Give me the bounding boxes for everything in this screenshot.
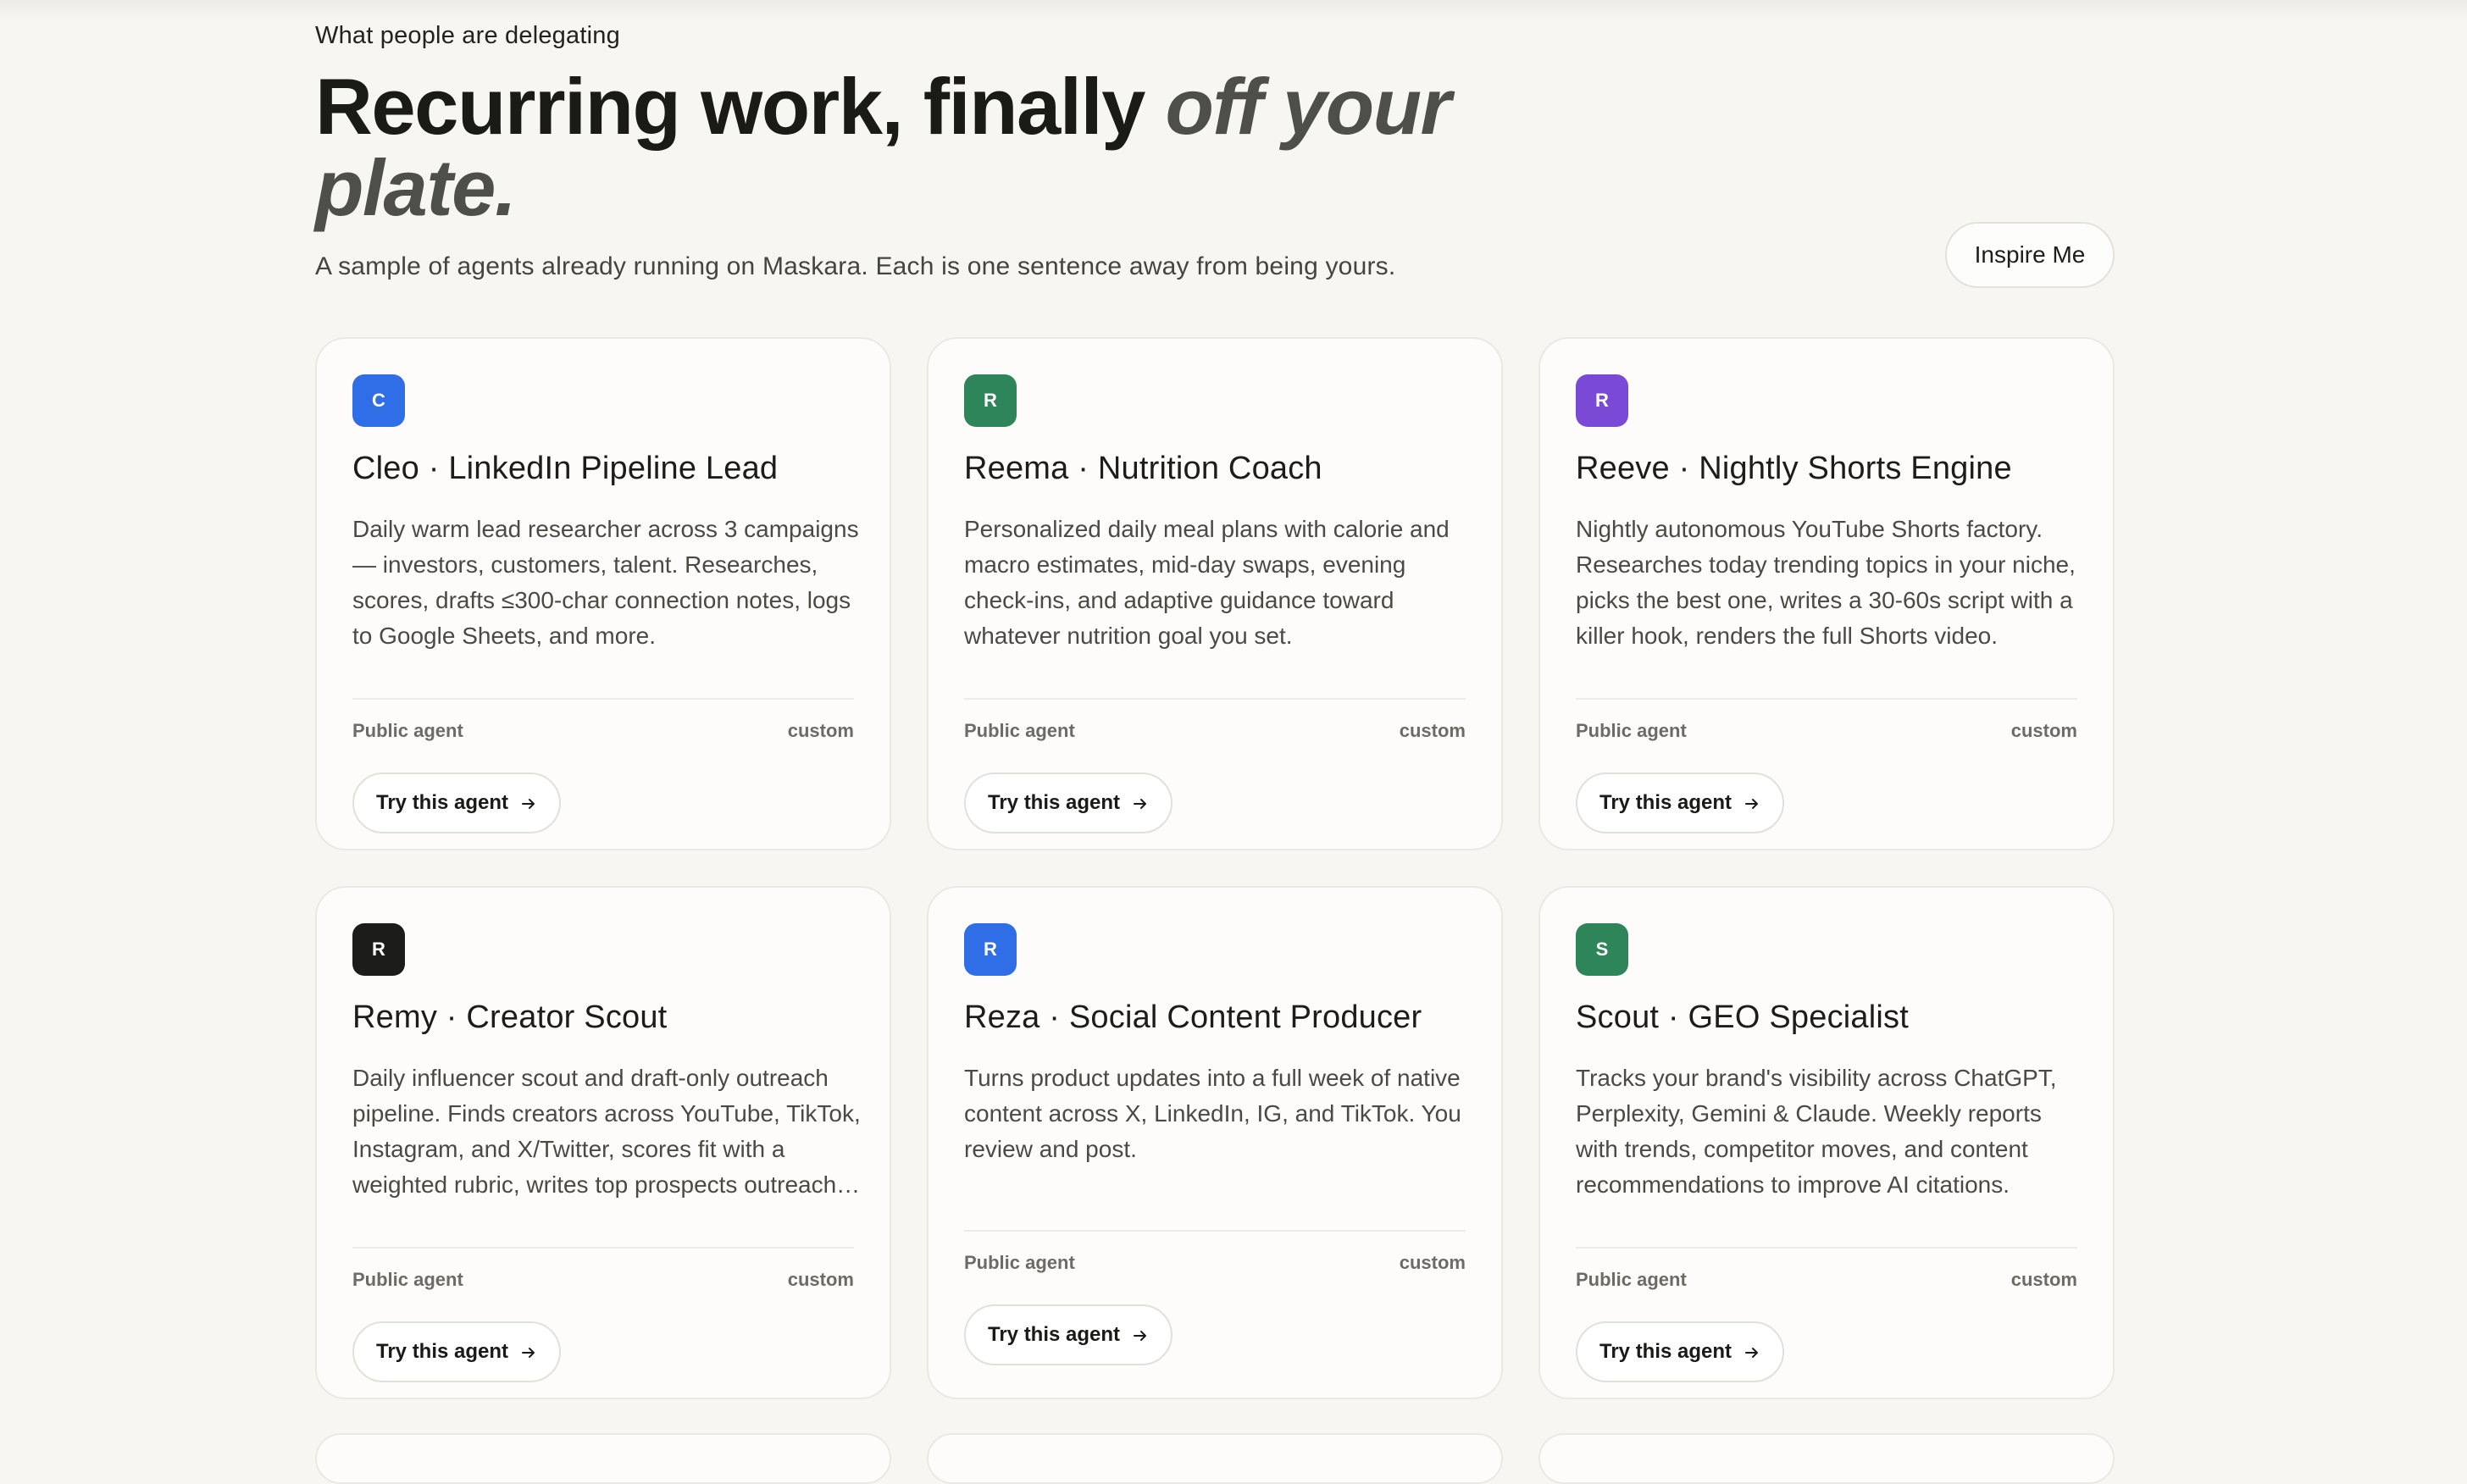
card-divider <box>964 1230 1466 1232</box>
agent-title: Reza · Social Content Producer <box>964 999 1422 1035</box>
agent-meta: Public agent custom <box>352 1269 854 1291</box>
try-agent-label: Try this agent <box>1599 791 1732 814</box>
try-agent-button[interactable]: Try this agent <box>352 772 562 833</box>
agent-kind-label: custom <box>787 720 854 741</box>
agent-title: Reeve · Nightly Shorts Engine <box>1576 451 2012 486</box>
section-eyebrow: What people are delegating <box>315 22 620 49</box>
card-divider <box>1576 1247 2077 1249</box>
agent-card: S Scout · GEO Specialist Tracks your brand… <box>1538 886 2115 1399</box>
try-agent-label: Try this agent <box>1599 1340 1732 1363</box>
try-agent-label: Try this agent <box>376 1340 509 1363</box>
agent-kind-label: custom <box>2010 1269 2077 1290</box>
agent-avatar: R <box>964 374 1017 427</box>
try-agent-button[interactable]: Try this agent <box>964 772 1173 833</box>
visibility-label: Public agent <box>352 1269 463 1290</box>
card-divider <box>352 698 854 700</box>
agent-kind-label: custom <box>1399 1252 1466 1273</box>
agent-card-peek <box>927 1433 1503 1484</box>
agent-card: R Reza · Social Content Producer Turns pro… <box>927 886 1503 1399</box>
agent-meta: Public agent custom <box>964 1252 1466 1274</box>
headline-plain: Recurring work, finally <box>315 62 1166 151</box>
agent-description: Daily influencer scout and draft-only ou… <box>352 1065 861 1198</box>
agent-avatar: R <box>352 923 405 976</box>
card-divider <box>352 1247 854 1249</box>
agent-card-peek <box>315 1433 891 1484</box>
visibility-label: Public agent <box>964 720 1075 741</box>
try-agent-button[interactable]: Try this agent <box>1576 772 1785 833</box>
try-agent-label: Try this agent <box>376 791 509 814</box>
agent-description: Turns product updates into a full week o… <box>964 1065 1461 1162</box>
agent-title: Cleo · LinkedIn Pipeline Lead <box>352 451 779 486</box>
agent-kind-label: custom <box>1399 720 1466 741</box>
agent-kind-label: custom <box>2010 720 2077 741</box>
arrow-right-icon <box>520 1343 537 1360</box>
visibility-label: Public agent <box>964 1252 1075 1273</box>
agent-title: Scout · GEO Specialist <box>1576 999 1909 1035</box>
agent-card: R Reeve · Nightly Shorts Engine Nightly au… <box>1538 337 2115 850</box>
try-agent-button[interactable]: Try this agent <box>352 1321 562 1382</box>
agent-avatar: S <box>1576 923 1628 976</box>
arrow-right-icon <box>1744 1343 1760 1360</box>
agent-card: R Remy · Creator Scout Daily influencer sc… <box>315 886 891 1399</box>
page-title: Recurring work, finally off your plate. <box>315 66 1586 229</box>
agent-meta: Public agent custom <box>1576 1269 2077 1291</box>
agent-card: C Cleo · LinkedIn Pipeline Lead Daily warm… <box>315 337 891 850</box>
page: What people are delegating Recurring wor… <box>315 0 2115 1484</box>
try-agent-button[interactable]: Try this agent <box>964 1304 1173 1365</box>
arrow-right-icon <box>1132 795 1149 811</box>
agent-description: Daily warm lead researcher across 3 camp… <box>352 516 859 649</box>
page-subtitle: A sample of agents already running on Ma… <box>315 252 1396 280</box>
agent-description: Personalized daily meal plans with calor… <box>964 516 1450 649</box>
agent-meta: Public agent custom <box>352 720 854 742</box>
card-divider <box>1576 698 2077 700</box>
agent-card: R Reema · Nutrition Coach Personalized dai… <box>927 337 1503 850</box>
visibility-label: Public agent <box>352 720 463 741</box>
arrow-right-icon <box>1744 795 1760 811</box>
inspire-me-button[interactable]: Inspire Me <box>1945 222 2115 288</box>
try-agent-button[interactable]: Try this agent <box>1576 1321 1785 1382</box>
agent-title: Reema · Nutrition Coach <box>964 451 1322 486</box>
try-agent-label: Try this agent <box>988 791 1121 814</box>
agent-description: Nightly autonomous YouTube Shorts factor… <box>1576 516 2076 649</box>
agent-kind-label: custom <box>787 1269 854 1290</box>
agent-avatar: R <box>964 923 1017 976</box>
agent-card-peek <box>1538 1433 2115 1484</box>
agent-avatar: C <box>352 374 405 427</box>
visibility-label: Public agent <box>1576 1269 1687 1290</box>
agent-avatar: R <box>1576 374 1628 427</box>
card-divider <box>964 698 1466 700</box>
agent-description: Tracks your brand's visibility across Ch… <box>1576 1065 2057 1198</box>
try-agent-label: Try this agent <box>988 1323 1121 1346</box>
visibility-label: Public agent <box>1576 720 1687 741</box>
agent-meta: Public agent custom <box>1576 720 2077 742</box>
agent-meta: Public agent custom <box>964 720 1466 742</box>
agent-title: Remy · Creator Scout <box>352 999 668 1035</box>
arrow-right-icon <box>1132 1326 1149 1343</box>
arrow-right-icon <box>520 795 537 811</box>
